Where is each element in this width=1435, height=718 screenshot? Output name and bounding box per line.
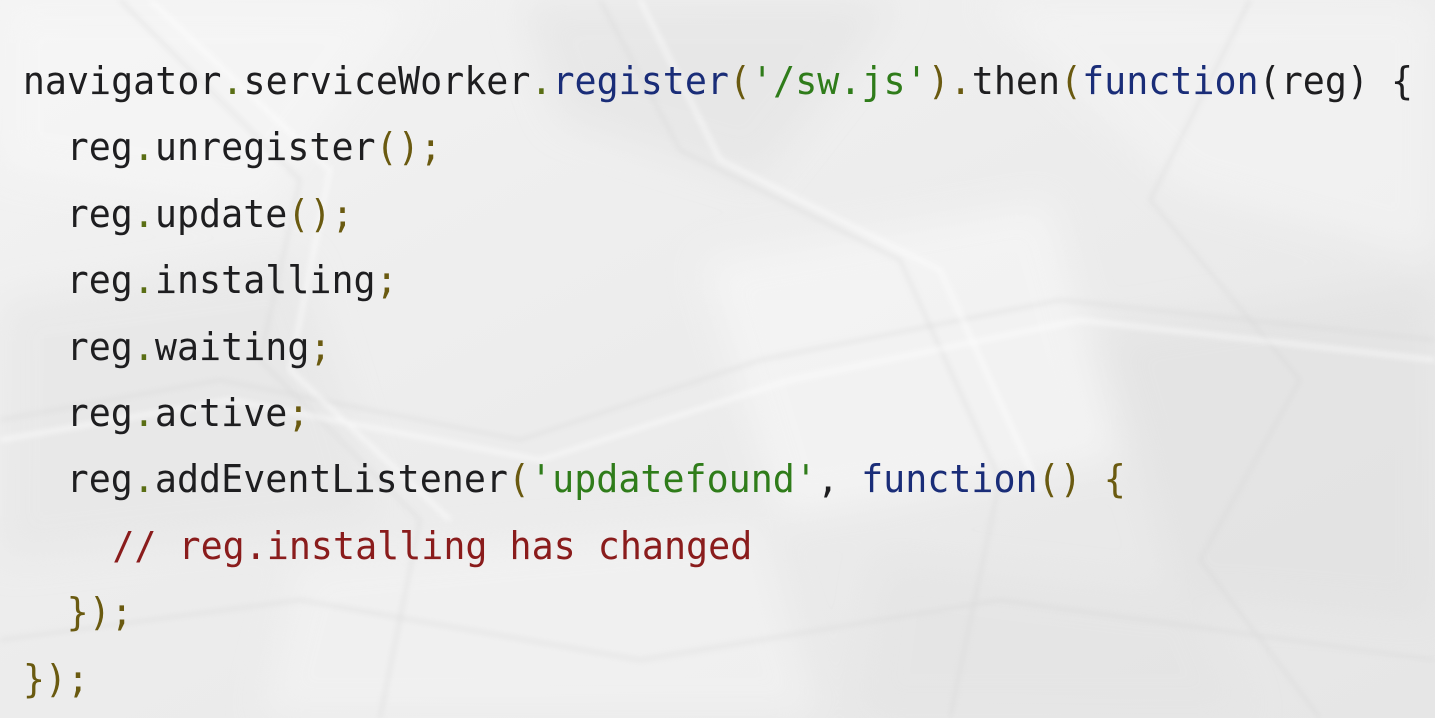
- code-token-identifier: update: [154, 191, 288, 237]
- code-token-punct: () {: [1037, 457, 1126, 503]
- code-token-method: register: [552, 59, 730, 104]
- code-line: });: [0, 580, 1366, 646]
- code-line: // reg.installing has changed: [0, 514, 1366, 580]
- code-token-identifier: serviceWorker: [243, 59, 531, 104]
- code-token-string: '/sw.js': [751, 59, 928, 104]
- code-block: navigator.serviceWorker.register('/sw.js…: [0, 0, 1435, 718]
- code-token-identifier: reg: [66, 258, 133, 304]
- code-token-identifier: addEventListener: [154, 457, 508, 503]
- code-token-property: .: [132, 390, 155, 436]
- code-token-punct: (: [729, 59, 752, 104]
- code-token-identifier: unregister: [154, 125, 376, 171]
- code-token-keyword: function: [861, 457, 1038, 503]
- code-token-identifier: installing: [154, 258, 376, 304]
- code-token-punct: (: [507, 457, 531, 503]
- code-token-property: .: [132, 324, 155, 370]
- code-token-property: .: [132, 258, 155, 304]
- code-token-identifier: reg: [66, 390, 133, 436]
- code-token-property: .: [132, 457, 155, 503]
- code-token-punct: ();: [287, 191, 354, 237]
- code-token-property: .: [530, 59, 553, 104]
- code-line: reg.installing;: [0, 248, 1366, 314]
- code-token-identifier: (reg) {: [1258, 59, 1414, 104]
- code-token-punct: ;: [309, 324, 332, 370]
- code-token-punct: ).: [927, 59, 972, 104]
- code-token-identifier: reg: [66, 457, 133, 503]
- code-line: reg.unregister();: [0, 115, 1366, 181]
- code-line: reg.addEventListener('updatefound', func…: [0, 447, 1366, 513]
- code-token-identifier: reg: [66, 324, 133, 370]
- code-token-identifier: ,: [816, 457, 862, 503]
- code-token-identifier: then: [971, 59, 1061, 104]
- code-line: navigator.serviceWorker.register('/sw.js…: [0, 49, 1413, 115]
- code-token-identifier: reg: [66, 191, 133, 237]
- code-token-property: .: [132, 125, 155, 171]
- code-token-string: 'updatefound': [530, 457, 817, 503]
- code-token-property: .: [132, 191, 155, 237]
- code-token-punct: });: [22, 656, 90, 702]
- code-token-keyword: function: [1082, 59, 1259, 104]
- code-token-identifier: reg: [66, 125, 133, 171]
- code-token-punct: ;: [287, 390, 310, 436]
- code-token-identifier: active: [154, 390, 288, 436]
- code-token-punct: ;: [375, 258, 398, 304]
- code-line: });: [0, 647, 1366, 713]
- code-token-identifier: waiting: [154, 324, 310, 370]
- code-token-property: .: [221, 59, 244, 104]
- slide-canvas: navigator.serviceWorker.register('/sw.js…: [0, 0, 1435, 718]
- code-token-punct: ();: [375, 125, 442, 171]
- code-line: reg.update();: [0, 182, 1366, 248]
- code-line: reg.active;: [0, 381, 1366, 447]
- code-token-identifier: navigator: [22, 59, 222, 104]
- code-token-comment: // reg.installing has changed: [112, 523, 753, 569]
- code-token-punct: });: [66, 590, 133, 636]
- code-token-punct: (: [1060, 59, 1083, 104]
- code-line: reg.waiting;: [0, 315, 1366, 381]
